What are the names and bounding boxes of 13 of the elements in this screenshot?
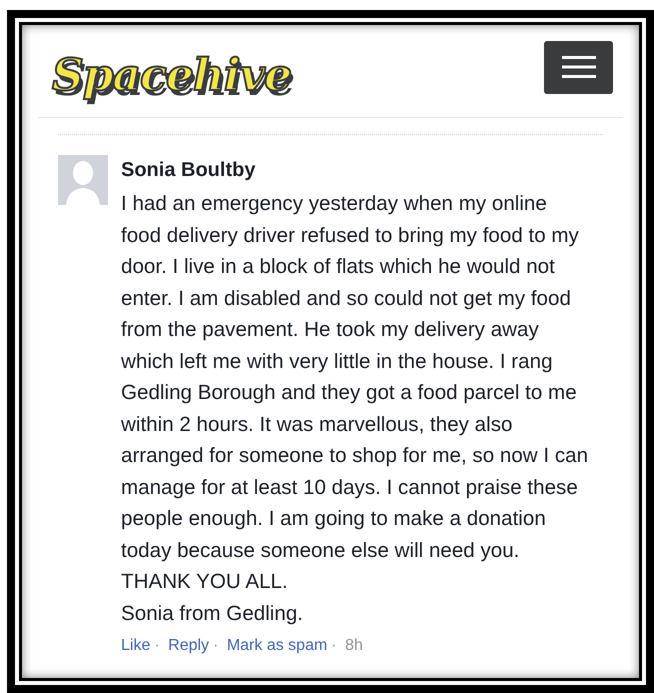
comment-author: Sonia Boultby [121, 159, 256, 182]
separator-dot: · [154, 637, 160, 654]
comment-signoff: Sonia from Gedling. [121, 600, 304, 626]
comment-timestamp: 8h [345, 637, 363, 654]
menu-icon [562, 55, 596, 79]
comment-text: I had an emergency yesterday when my online food delivery driver refused to bring my food to my door. I live in a block of flats which he would not enter. I am disabled and so could not get my food from the pavement. He took my delivery away which left me with very little in the house. I rang Gedling Borough and they got a food parcel to me within 2 hours. It was marvellous, they also arranged for someone to shop for me, so now I can manage for at least 10 days. I cannot praise these people enough. I am going to make a donation today because someone else will need you. THANK YOU ALL. [121, 191, 589, 595]
comment-action-link[interactable]: Like [121, 637, 150, 654]
menu-button[interactable] [544, 40, 613, 94]
comment-action-link[interactable]: Mark as spam [226, 637, 328, 654]
avatar-silhouette-icon [58, 155, 108, 205]
separator-dot: · [213, 637, 218, 654]
separator-dot: · [331, 637, 337, 654]
comment-action-link[interactable]: Reply [168, 637, 210, 654]
